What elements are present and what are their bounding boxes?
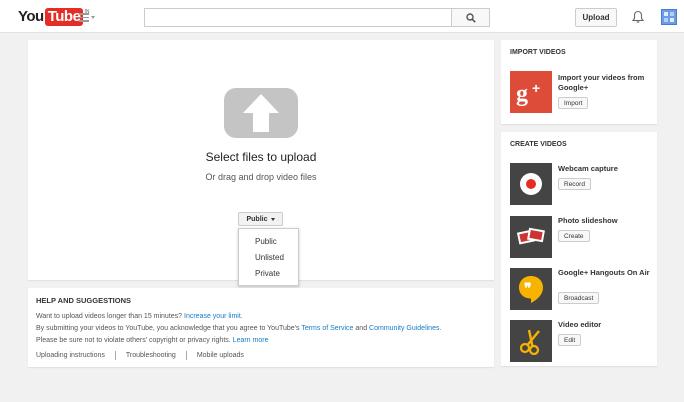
gplus-logo-icon: g + xyxy=(516,80,540,107)
help-line-copyright: Please be sure not to violate others' co… xyxy=(36,335,486,347)
import-videos-panel: IMPORT VIDEOS g + Import your videos fro… xyxy=(501,40,657,124)
hangouts-icon: ❞ xyxy=(519,276,543,303)
create-title: CREATE VIDEOS xyxy=(510,141,567,148)
hangouts-thumb[interactable]: ❞ xyxy=(510,268,552,310)
mobile-uploads-link[interactable]: Mobile uploads xyxy=(197,352,244,359)
select-files-title[interactable]: Select files to upload xyxy=(28,150,494,164)
google-plus-icon[interactable]: g + xyxy=(510,71,552,113)
privacy-dropdown[interactable]: Public xyxy=(238,212,283,226)
guide-menu-icon[interactable] xyxy=(79,13,97,23)
learn-more-link[interactable]: Learn more xyxy=(233,337,269,344)
copyright-text: Please be sure not to violate others' co… xyxy=(36,337,231,344)
troubleshooting-link[interactable]: Troubleshooting xyxy=(126,352,176,359)
limit-text: Want to upload videos longer than 15 min… xyxy=(36,313,183,320)
create-videos-panel: CREATE VIDEOS Webcam capture Record Phot… xyxy=(501,132,657,366)
privacy-menu: Public Unlisted Private xyxy=(238,228,299,286)
search-button[interactable] xyxy=(451,8,490,27)
scissors-icon xyxy=(519,329,540,355)
record-button[interactable]: Record xyxy=(558,178,591,190)
uploading-instructions-link[interactable]: Uploading instructions xyxy=(36,352,105,359)
divider xyxy=(185,351,187,360)
divider xyxy=(114,351,116,360)
svg-text:❞: ❞ xyxy=(524,282,532,297)
svg-text:+: + xyxy=(532,80,540,96)
help-panel: HELP AND SUGGESTIONS Want to upload vide… xyxy=(28,288,494,367)
upload-dropzone[interactable]: Select files to upload Or drag and drop … xyxy=(28,40,494,286)
svg-text:g: g xyxy=(516,81,528,107)
privacy-selected-label: Public xyxy=(246,215,268,223)
import-title: IMPORT VIDEOS xyxy=(510,49,566,56)
webcam-icon xyxy=(520,173,542,195)
webcam-label: Webcam capture xyxy=(558,164,618,173)
search-input[interactable] xyxy=(144,8,452,27)
create-button[interactable]: Create xyxy=(558,230,590,242)
slideshow-icon xyxy=(516,227,545,245)
privacy-option-unlisted[interactable]: Unlisted xyxy=(239,251,298,267)
terms-and-text: and xyxy=(355,325,368,332)
webcam-thumb[interactable] xyxy=(510,163,552,205)
video-editor-label: Video editor xyxy=(558,320,602,329)
search-icon xyxy=(465,12,476,23)
top-bar: You Tube IN Upload xyxy=(0,0,684,33)
help-links: Uploading instructions Troubleshooting M… xyxy=(36,351,486,360)
import-button[interactable]: Import xyxy=(558,97,589,109)
terms-text: By submitting your videos to YouTube, yo… xyxy=(36,325,300,332)
import-label: Import your videos from Google+ xyxy=(558,73,645,92)
upload-arrow-icon[interactable] xyxy=(224,88,298,138)
help-line-limit: Want to upload videos longer than 15 min… xyxy=(36,311,486,323)
slideshow-label: Photo slideshow xyxy=(558,216,618,225)
help-line-terms: By submitting your videos to YouTube, yo… xyxy=(36,323,486,335)
upload-button[interactable]: Upload xyxy=(575,8,617,27)
privacy-option-public[interactable]: Public xyxy=(239,235,298,251)
logo-you-text: You xyxy=(18,8,44,25)
bell-icon[interactable] xyxy=(631,10,645,24)
logo-tube-text: Tube xyxy=(44,8,84,26)
drag-drop-hint: Or drag and drop video files xyxy=(205,172,317,182)
privacy-option-private[interactable]: Private xyxy=(239,267,298,283)
edit-button[interactable]: Edit xyxy=(558,334,582,346)
video-editor-thumb[interactable] xyxy=(510,320,552,362)
community-guidelines-link[interactable]: Community Guidelines. xyxy=(369,325,441,332)
increase-limit-link[interactable]: Increase your limit. xyxy=(184,313,243,320)
help-title: HELP AND SUGGESTIONS xyxy=(36,296,132,305)
hangouts-label: Google+ Hangouts On Air xyxy=(558,268,650,277)
broadcast-button[interactable]: Broadcast xyxy=(558,292,600,304)
avatar[interactable] xyxy=(661,9,677,25)
slideshow-thumb[interactable] xyxy=(510,216,552,258)
caret-down-icon xyxy=(270,217,275,221)
avatar-pattern-icon xyxy=(664,12,674,22)
terms-of-service-link[interactable]: Terms of Service xyxy=(301,325,353,332)
